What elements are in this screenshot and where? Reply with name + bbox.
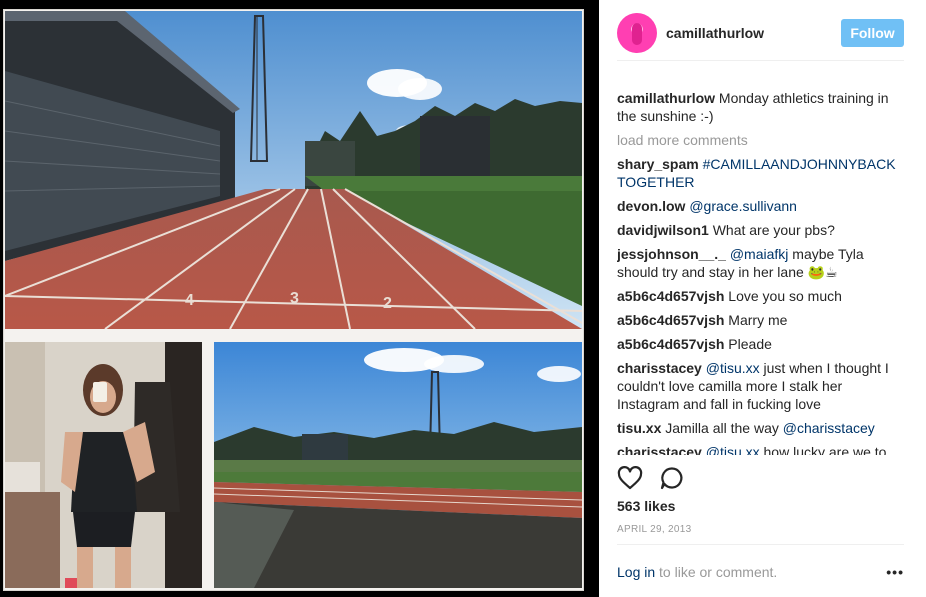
- comment-text: What are your pbs?: [712, 222, 835, 238]
- comment-item: shary_spam #CAMILLAANDJOHNNYBACK TOGETHE…: [617, 155, 904, 191]
- comment-item: davidjwilson1 What are your pbs?: [617, 221, 904, 239]
- likes-count[interactable]: 563 likes: [617, 498, 675, 514]
- post-header: camillathurlow Follow: [617, 12, 904, 61]
- login-link[interactable]: Log in: [617, 564, 655, 580]
- footer: Log in to like or comment. •••: [617, 544, 904, 580]
- post-sidebar: camillathurlow Follow camillathurlow Mon…: [599, 0, 926, 597]
- comment-item: tisu.xx Jamilla all the way @charisstace…: [617, 419, 904, 437]
- action-bar: [617, 466, 685, 490]
- comments-list[interactable]: camillathurlow Monday athletics training…: [617, 89, 904, 455]
- svg-text:3: 3: [290, 290, 299, 307]
- footer-text: to like or comment.: [655, 564, 778, 580]
- track-photo: 4 3 2: [5, 11, 582, 329]
- post-date[interactable]: APRIL 29, 2013: [617, 524, 691, 535]
- comment-text: Jamilla all the way: [665, 420, 779, 436]
- comment-text: Pleade: [728, 336, 772, 352]
- comment-mention[interactable]: @charisstacey: [783, 420, 875, 436]
- comment-mention[interactable]: @grace.sullivann: [689, 198, 797, 214]
- avatar[interactable]: [617, 12, 657, 53]
- comment-mention[interactable]: @tisu.xx: [706, 360, 760, 376]
- comment-text: Marry me: [728, 312, 788, 328]
- comment-mention[interactable]: @maiafkj: [730, 246, 789, 262]
- comment-mention[interactable]: @tisu.xx: [706, 444, 760, 455]
- comment-item: charisstacey @tisu.xx just when I though…: [617, 359, 904, 413]
- mirror-selfie-photo: [5, 342, 202, 588]
- comment-icon[interactable]: [659, 466, 685, 490]
- comment-item: charisstacey @tisu.xx how lucky are we t…: [617, 443, 904, 455]
- caption-username[interactable]: camillathurlow: [617, 90, 715, 106]
- comment-username[interactable]: jessjohnson__._: [617, 246, 726, 262]
- caption: camillathurlow Monday athletics training…: [617, 89, 904, 125]
- load-more-comments-link[interactable]: load more comments: [617, 131, 904, 149]
- comment-item: a5b6c4d657vjsh Love you so much: [617, 287, 904, 305]
- comment-username[interactable]: charisstacey: [617, 444, 702, 455]
- photo-collage: 4 3 2: [3, 9, 584, 591]
- stadium-wide-photo: [214, 342, 582, 588]
- comment-text: Love you so much: [728, 288, 842, 304]
- instagram-post: 4 3 2 camillathurlow Follow camillathurlow…: [0, 0, 926, 597]
- comment-username[interactable]: devon.low: [617, 198, 685, 214]
- heart-icon[interactable]: [617, 466, 643, 490]
- comment-username[interactable]: a5b6c4d657vjsh: [617, 288, 724, 304]
- comment-text: how lucky are we to: [763, 444, 887, 455]
- header-username[interactable]: camillathurlow: [666, 25, 764, 41]
- comment-username[interactable]: a5b6c4d657vjsh: [617, 312, 724, 328]
- more-options-icon[interactable]: •••: [886, 564, 904, 580]
- comment-item: a5b6c4d657vjsh Pleade: [617, 335, 904, 353]
- comment-username[interactable]: davidjwilson1: [617, 222, 709, 238]
- comment-item: a5b6c4d657vjsh Marry me: [617, 311, 904, 329]
- svg-text:4: 4: [185, 292, 194, 309]
- follow-button[interactable]: Follow: [841, 18, 904, 47]
- comment-item: devon.low @grace.sullivann: [617, 197, 904, 215]
- comment-username[interactable]: charisstacey: [617, 360, 702, 376]
- comment-username[interactable]: tisu.xx: [617, 420, 661, 436]
- post-media[interactable]: 4 3 2: [0, 0, 599, 597]
- svg-text:2: 2: [383, 295, 392, 312]
- comment-item: jessjohnson__._ @maiafkj maybe Tyla shou…: [617, 245, 904, 281]
- comment-username[interactable]: shary_spam: [617, 156, 699, 172]
- comment-username[interactable]: a5b6c4d657vjsh: [617, 336, 724, 352]
